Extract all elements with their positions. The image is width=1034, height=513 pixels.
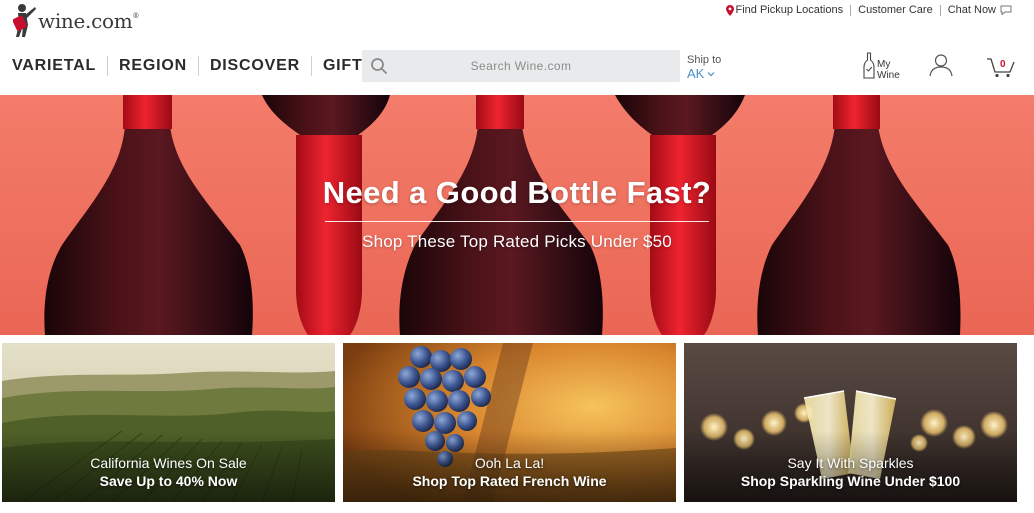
- site-header: wine.com® Find Pickup Locations Customer…: [0, 0, 1034, 95]
- divider: [850, 4, 852, 16]
- promo-title: California Wines On Sale: [90, 455, 247, 471]
- search-bar: [362, 50, 680, 82]
- wine-bottle-icon: [863, 52, 875, 79]
- logo-wordmark: wine.com®: [38, 9, 140, 33]
- search-input[interactable]: [362, 50, 680, 82]
- hero-divider: [325, 221, 709, 222]
- my-wine-link[interactable]: My Wine: [862, 52, 900, 81]
- promo-text: Say It With Sparkles Shop Sparkling Wine…: [684, 454, 1017, 490]
- promo-tile-sparkling[interactable]: Say It With Sparkles Shop Sparkling Wine…: [684, 343, 1017, 502]
- wine-com-logo[interactable]: wine.com®: [13, 3, 139, 39]
- find-pickup-link[interactable]: Find Pickup Locations: [725, 4, 843, 16]
- promo-tile-french[interactable]: Ooh La La! Shop Top Rated French Wine: [343, 343, 676, 502]
- promo-cta[interactable]: Save Up to 40% Now: [2, 472, 335, 490]
- utility-links: Find Pickup Locations Customer Care Chat…: [725, 4, 1013, 16]
- logo-figure-icon: [13, 4, 36, 37]
- chat-bubble-icon: [1000, 5, 1012, 15]
- promo-cta[interactable]: Shop Top Rated French Wine: [343, 472, 676, 490]
- promo-title: Say It With Sparkles: [787, 455, 914, 471]
- hero-headline: Need a Good Bottle Fast?: [322, 175, 712, 210]
- hero-subline[interactable]: Shop These Top Rated Picks Under $50: [362, 232, 672, 252]
- search-icon[interactable]: [370, 57, 388, 75]
- promo-title: Ooh La La!: [474, 455, 545, 471]
- cart-count-badge: 0: [1000, 59, 1006, 70]
- ship-to-state[interactable]: AK: [687, 67, 721, 80]
- account-icon[interactable]: [928, 52, 954, 78]
- hero-banner[interactable]: Need a Good Bottle Fast? Shop These Top …: [0, 95, 1034, 335]
- main-nav: VARIETAL REGION DISCOVER GIFTS: [12, 56, 385, 76]
- promo-text: California Wines On Sale Save Up to 40% …: [2, 454, 335, 490]
- my-wine-label: My Wine: [877, 59, 900, 81]
- nav-discover[interactable]: DISCOVER: [199, 56, 311, 76]
- ship-to-selector[interactable]: Ship to AK: [687, 54, 721, 80]
- chevron-down-icon: [707, 71, 715, 76]
- chat-now-link[interactable]: Chat Now: [948, 4, 1012, 16]
- nav-region[interactable]: REGION: [108, 56, 198, 76]
- hero-content: Need a Good Bottle Fast? Shop These Top …: [0, 95, 1034, 335]
- promo-tile-california[interactable]: California Wines On Sale Save Up to 40% …: [2, 343, 335, 502]
- promo-cta[interactable]: Shop Sparkling Wine Under $100: [684, 472, 1017, 490]
- promo-text: Ooh La La! Shop Top Rated French Wine: [343, 454, 676, 490]
- location-pin-icon: [725, 4, 734, 16]
- divider: [939, 4, 941, 16]
- customer-care-link[interactable]: Customer Care: [858, 4, 933, 16]
- nav-varietal[interactable]: VARIETAL: [12, 56, 107, 76]
